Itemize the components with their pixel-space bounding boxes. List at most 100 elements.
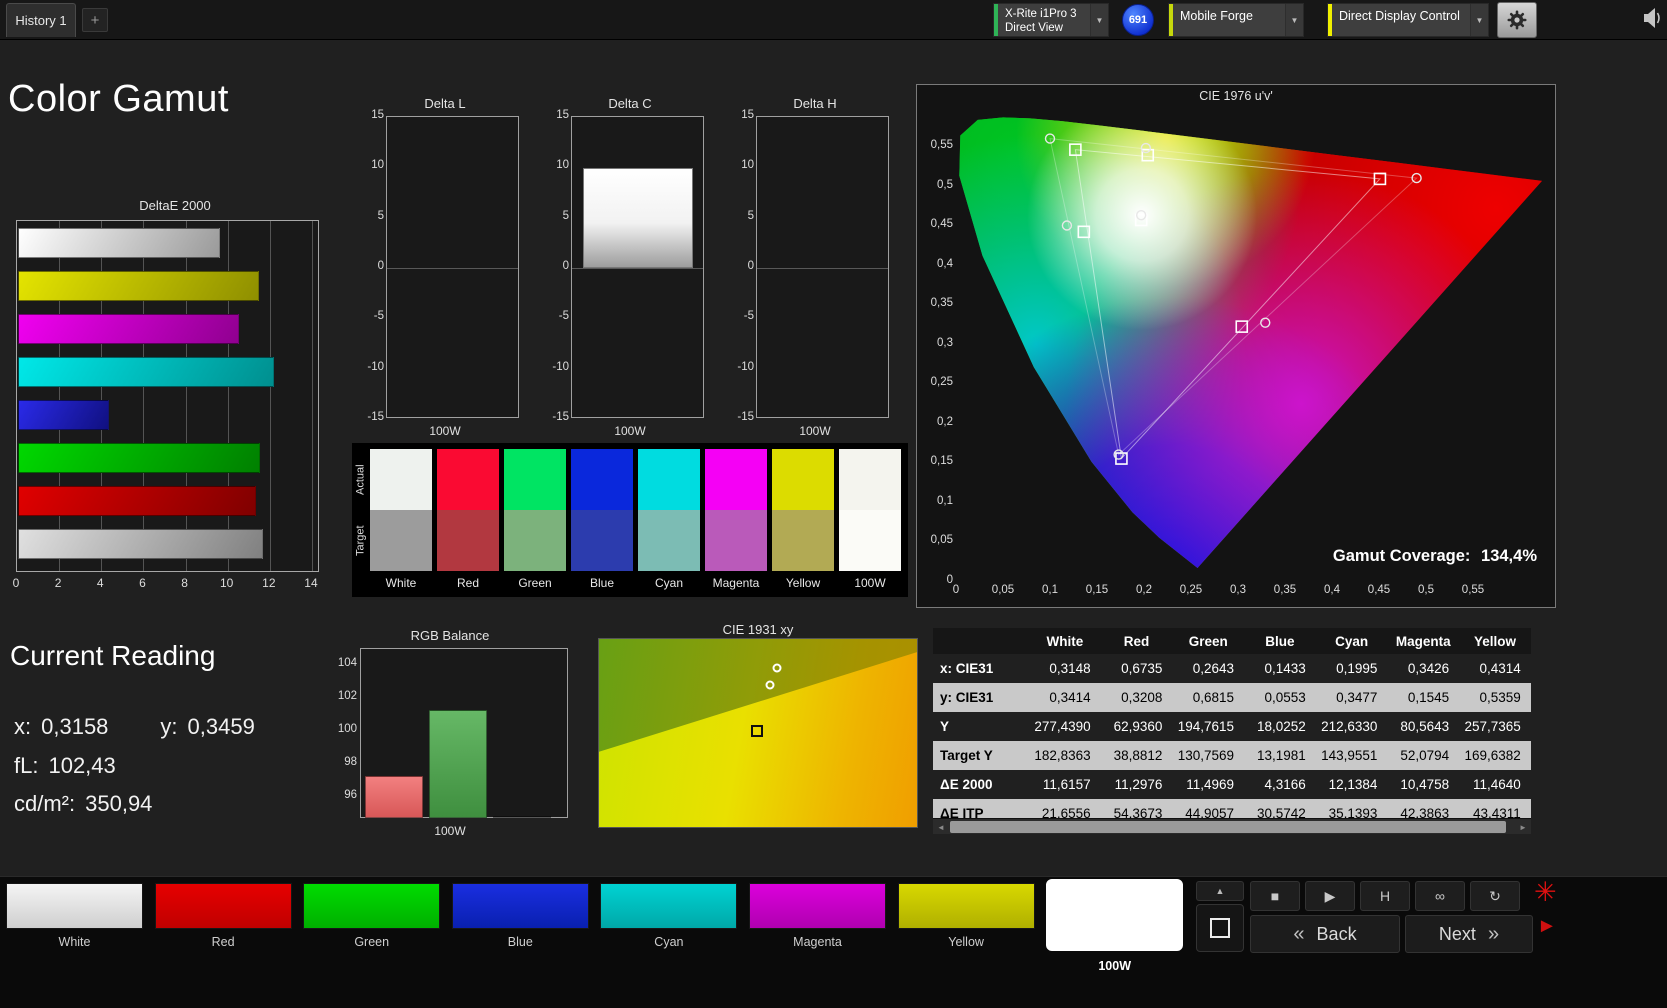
settings-button[interactable] — [1497, 2, 1537, 38]
bottom-swatch-green[interactable]: Green — [303, 879, 441, 983]
standby-button[interactable] — [1196, 904, 1244, 952]
chevron-down-icon: ▼ — [1090, 4, 1108, 36]
delta-y-tick-label: 0 — [377, 259, 384, 272]
fl-label: fL: — [14, 753, 39, 778]
bottom-swatch-cyan[interactable]: Cyan — [600, 879, 738, 983]
table-header-row: White Red Green Blue Cyan Magenta Yellow — [933, 628, 1531, 654]
rgb-bar-blue — [493, 816, 551, 818]
cie-y-tick-label: 0,2 — [937, 415, 953, 428]
swatch-column-100w: 100W — [839, 443, 901, 597]
cie-x-tick-label: 0,05 — [991, 584, 1015, 596]
speaker-icon-shape — [1644, 8, 1660, 28]
rgb-balance-plot — [360, 648, 568, 818]
table-cell: 11,2976 — [1114, 777, 1163, 792]
swatch-actual — [705, 449, 767, 510]
back-button[interactable]: « Back — [1250, 915, 1400, 953]
rgb-y-tick-label: 96 — [344, 789, 357, 801]
loop-button[interactable]: ∞ — [1415, 881, 1465, 911]
delta-bar — [583, 168, 693, 268]
table-cell: 130,7569 — [1177, 748, 1235, 763]
bottom-swatch-yellow[interactable]: Yellow — [897, 879, 1035, 983]
cie-y-tick-label: 0,25 — [930, 376, 953, 389]
next-button[interactable]: Next » — [1405, 915, 1533, 953]
deltae-x-tick-label: 8 — [181, 576, 188, 590]
swatch-face — [6, 883, 143, 929]
play-button[interactable]: ▶ — [1305, 881, 1355, 911]
table-cell: 0,1433 — [1264, 661, 1306, 676]
zero-line — [572, 268, 703, 269]
swatch-button-label: 100W — [1098, 959, 1132, 973]
table-cell: 0,0553 — [1264, 690, 1306, 705]
deltae-x-tick-label: 6 — [139, 576, 146, 590]
add-tab-button[interactable]: + — [82, 8, 108, 32]
cie-y-tick-label: 0,1 — [937, 494, 953, 507]
red-forward-icon[interactable]: ► — [1537, 915, 1557, 938]
table-cell: 212,6330 — [1321, 719, 1378, 734]
deltae-plot — [16, 220, 319, 572]
swatch-column-label: Blue — [589, 576, 615, 590]
meter-dropdown[interactable]: X-Rite i1Pro 3 Direct View ▼ — [993, 3, 1109, 37]
cie1976-diagram — [959, 117, 1543, 569]
deltae-bar-yellow — [18, 271, 260, 301]
asterisk-icon[interactable]: ✳ — [1534, 877, 1557, 908]
scroll-right-arrow[interactable]: ► — [1515, 819, 1531, 834]
delta-y-tick-label: -15 — [737, 410, 754, 423]
spectral-locus-fill — [959, 117, 1543, 569]
table-row: ΔE 2000 11,6157 11,2976 11,4969 4,3166 12,138… — [933, 770, 1531, 799]
display-control-dropdown[interactable]: Direct Display Control ▼ — [1327, 3, 1489, 37]
delta-y-tick-label: 0 — [562, 259, 569, 272]
zero-line — [757, 268, 888, 269]
bottom-swatch-blue[interactable]: Blue — [451, 879, 589, 983]
bottom-bar: ▲ « Back Next » ✳ ► White Red Green Blue Cya… — [0, 876, 1667, 1008]
bottom-swatch-red[interactable]: Red — [154, 879, 292, 983]
control-label: Direct Display Control — [1339, 9, 1460, 23]
gamut-coverage: Gamut Coverage: 134,4% — [1327, 547, 1537, 566]
bottom-swatch-magenta[interactable]: Magenta — [749, 879, 886, 983]
swatch-face — [451, 883, 589, 929]
zero-line — [387, 268, 518, 269]
cie-y-tick-label: 0,45 — [930, 218, 953, 231]
bottom-swatch-100w[interactable]: 100W — [1046, 879, 1184, 983]
cie-plot — [956, 99, 1546, 581]
chart-title: Delta C — [608, 96, 652, 111]
table-header-cell: Blue — [1265, 633, 1295, 649]
rgb-y-tick-label: 98 — [344, 756, 357, 768]
table-cell: 0,3414 — [1049, 690, 1091, 705]
table-cell: 38,8812 — [1113, 748, 1163, 763]
table-cell: 194,7615 — [1177, 719, 1235, 734]
deltae-x-tick-label: 0 — [12, 576, 20, 590]
chart-title: Delta H — [793, 96, 837, 111]
swatch-face — [303, 883, 441, 929]
table-cell: 0,6815 — [1192, 690, 1235, 705]
stop-button[interactable]: ■ — [1250, 881, 1300, 911]
hold-button[interactable]: H — [1360, 881, 1410, 911]
cie1931-chart: CIE 1931 xy — [598, 622, 918, 828]
cie-y-tick-label: 0,35 — [930, 297, 953, 310]
bottom-swatch-white[interactable]: White — [6, 879, 143, 983]
delta-y-tick-label: -10 — [367, 360, 384, 373]
table-cell: 182,8363 — [1034, 748, 1091, 763]
delta-y-tick-label: -5 — [558, 310, 569, 323]
table-cell: 4,3166 — [1264, 777, 1306, 792]
swatch-face — [154, 883, 292, 929]
scrollbar-thumb[interactable] — [950, 821, 1506, 833]
rgb-bar-red — [365, 775, 423, 818]
refresh-button[interactable]: ↻ — [1470, 881, 1520, 911]
table-scrollbar[interactable]: ◄ ► — [933, 818, 1531, 834]
rgb-y-tick-label: 104 — [337, 657, 357, 669]
speaker-icon[interactable] — [1643, 7, 1665, 33]
scroll-up-button[interactable]: ▲ — [1196, 881, 1244, 901]
target-row-label: Target — [354, 525, 367, 556]
swatch-column-label: Red — [456, 576, 479, 590]
deltae-bar-cyan — [18, 357, 274, 387]
scroll-left-arrow[interactable]: ◄ — [933, 819, 949, 834]
source-dropdown[interactable]: Mobile Forge ▼ — [1168, 3, 1304, 37]
tab-history[interactable]: History 1 — [6, 3, 76, 37]
reading-xy: x: 0,3158 y: 0,3459 — [14, 714, 255, 740]
x-label: x: — [14, 714, 32, 739]
table-row: Target Y 182,8363 38,8812 130,7569 13,1981 14… — [933, 741, 1531, 770]
rgb-balance-chart: RGB Balance 100W 104 102 100 98 96 — [330, 628, 570, 840]
swatch-target — [705, 510, 767, 571]
page-title: Color Gamut — [8, 78, 229, 120]
swatch-column-label: Cyan — [654, 576, 683, 590]
